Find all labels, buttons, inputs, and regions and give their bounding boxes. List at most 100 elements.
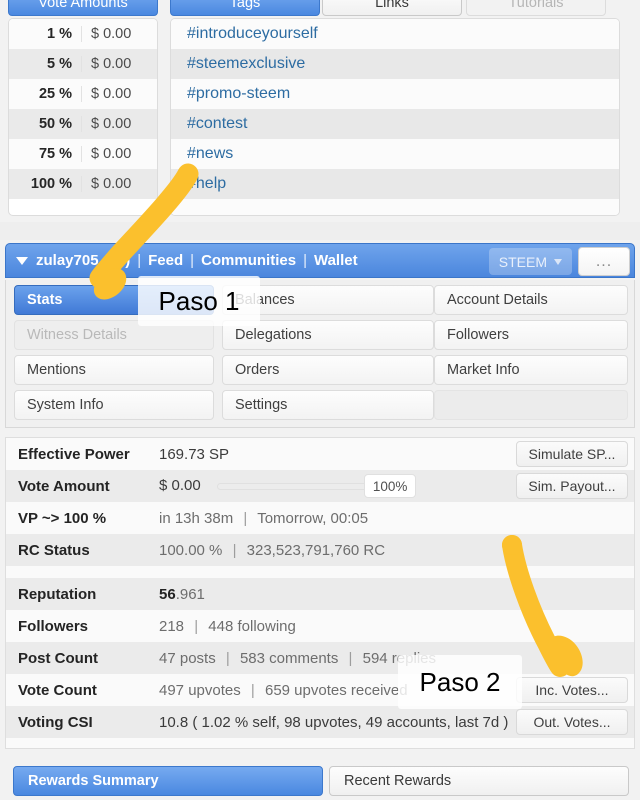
vote-value: $ 0.00 xyxy=(81,26,157,42)
vp-datetime: Tomorrow, 00:05 xyxy=(257,509,369,527)
reputation-int: 56 xyxy=(159,585,176,603)
nav-label: Delegations xyxy=(235,327,312,343)
stat-row-voting-csi: Voting CSI 10.8 ( 1.02 % self, 98 upvote… xyxy=(6,706,634,738)
separator: | xyxy=(190,252,195,269)
sidebar-item-witness-details[interactable]: Witness Details xyxy=(14,320,214,350)
rewards-tab-bar: Rewards Summary Recent Rewards xyxy=(5,766,635,796)
tag-label: #promo-steem xyxy=(187,85,291,102)
nav-label: Orders xyxy=(235,362,280,378)
posts-count: 47 posts xyxy=(159,649,216,667)
stat-label: RC Status xyxy=(18,541,90,559)
stat-value: 56.961 xyxy=(151,586,634,603)
tab-recent-rewards[interactable]: Recent Rewards xyxy=(329,766,629,796)
inc-votes-button[interactable]: Inc. Votes... xyxy=(516,677,628,703)
stat-row-reputation: Reputation 56.961 xyxy=(6,578,634,610)
tag-label: #contest xyxy=(187,115,248,132)
vote-value: $ 0.00 xyxy=(81,176,157,192)
sim-payout-button[interactable]: Sim. Payout... xyxy=(516,473,628,499)
sidebar-item-account-details[interactable]: Account Details xyxy=(434,285,628,315)
nav-label: Account Details xyxy=(447,292,548,308)
sidebar-item-stats[interactable]: Stats xyxy=(14,285,214,315)
stats-group-divider xyxy=(6,566,634,578)
tab-vote-amounts-label: Vote Amounts xyxy=(38,0,128,11)
tag-label: #help xyxy=(187,175,227,192)
sidebar-item-market-info[interactable]: Market Info xyxy=(434,355,628,385)
vote-percent: 5 % xyxy=(47,56,72,72)
tab-links-label: Links xyxy=(375,0,409,11)
vote-value: $ 0.00 xyxy=(81,116,157,132)
token-selector[interactable]: STEEM xyxy=(488,248,572,275)
table-row: 100 % $ 0.00 xyxy=(9,169,157,199)
followers-count: 218 xyxy=(159,617,185,635)
vote-percent: 75 % xyxy=(38,146,72,162)
token-selector-label: STEEM xyxy=(498,253,547,270)
comments-count: 583 comments xyxy=(239,649,339,667)
sidebar-item-followers[interactable]: Followers xyxy=(434,320,628,350)
tab-rewards-summary[interactable]: Rewards Summary xyxy=(13,766,323,796)
vote-value: $ 0.00 xyxy=(81,86,157,102)
table-row: 5 % $ 0.00 xyxy=(9,49,157,79)
tab-tutorials[interactable]: Tutorials xyxy=(466,0,606,16)
nav-link-feed[interactable]: Feed xyxy=(148,252,183,269)
sidebar-item-empty xyxy=(434,390,628,420)
tag-label: #introduceyourself xyxy=(187,25,318,42)
chevron-down-icon[interactable] xyxy=(16,256,28,265)
tab-tags[interactable]: Tags xyxy=(170,0,320,16)
tab-vote-amounts[interactable]: Vote Amounts xyxy=(8,0,158,16)
list-item[interactable]: #steemexclusive xyxy=(171,49,619,79)
nav-label: Stats xyxy=(27,292,63,308)
user-header-bar: zulay705 (56) | Feed | Communities | Wal… xyxy=(5,243,635,278)
list-item[interactable]: #promo-steem xyxy=(171,79,619,109)
more-options-button[interactable]: ... xyxy=(578,247,630,276)
username-label[interactable]: zulay705 xyxy=(36,252,99,269)
out-votes-button[interactable]: Out. Votes... xyxy=(516,709,628,735)
table-row: 25 % $ 0.00 xyxy=(9,79,157,109)
separator: | xyxy=(348,649,353,667)
sidebar-item-orders[interactable]: Orders xyxy=(222,355,434,385)
nav-label: System Info xyxy=(27,397,104,413)
more-options-label: ... xyxy=(595,252,613,270)
panel-divider xyxy=(0,222,640,240)
tag-label: #news xyxy=(187,145,234,162)
sidebar-item-mentions[interactable]: Mentions xyxy=(14,355,214,385)
sidebar-item-system-info[interactable]: System Info xyxy=(14,390,214,420)
nav-link-communities[interactable]: Communities xyxy=(201,252,296,269)
sim-payout-label: Sim. Payout... xyxy=(528,478,616,494)
tab-links[interactable]: Links xyxy=(322,0,462,16)
separator: | xyxy=(250,681,255,699)
stat-label: Reputation xyxy=(18,585,97,603)
stat-label: Post Count xyxy=(18,649,98,667)
vote-value: $ 0.00 xyxy=(81,146,157,162)
list-item[interactable]: #contest xyxy=(171,109,619,139)
separator: | xyxy=(303,252,307,269)
upvotes-given: 497 upvotes xyxy=(159,681,241,699)
vote-amount-value: $ 0.00 xyxy=(159,476,201,494)
sidebar-item-delegations[interactable]: Delegations xyxy=(222,320,434,350)
stat-row-vote-count: Vote Count 497 upvotes | 659 upvotes rec… xyxy=(6,674,634,706)
stat-value: 218 | 448 following xyxy=(151,618,634,635)
table-row: 50 % $ 0.00 xyxy=(9,109,157,139)
vote-weight-slider[interactable]: 100% xyxy=(216,474,417,498)
nav-label: Witness Details xyxy=(27,327,127,343)
stat-label: VP ~> 100 % xyxy=(18,509,107,527)
separator: | xyxy=(137,252,142,269)
tags-list: #introduceyourself #steemexclusive #prom… xyxy=(170,18,620,216)
stat-value: 47 posts | 583 comments | 594 replies xyxy=(151,650,634,667)
list-item[interactable]: #help xyxy=(171,169,619,199)
list-item[interactable]: #news xyxy=(171,139,619,169)
stat-row-followers: Followers 218 | 448 following xyxy=(6,610,634,642)
replies-count: 594 replies xyxy=(362,649,436,667)
reputation-badge: (56) xyxy=(103,252,131,269)
list-item[interactable]: #introduceyourself xyxy=(171,19,619,49)
sidebar-item-settings[interactable]: Settings xyxy=(222,390,434,420)
simulate-sp-button[interactable]: Simulate SP... xyxy=(516,441,628,467)
nav-link-wallet[interactable]: Wallet xyxy=(314,252,358,269)
separator: | xyxy=(225,649,230,667)
stat-value: 100.00 % | 323,523,791,760 RC xyxy=(151,542,634,559)
sidebar-item-balances[interactable]: Balances xyxy=(222,285,434,315)
slider-track[interactable] xyxy=(216,482,372,490)
list-item-partial[interactable] xyxy=(171,199,619,215)
rc-amount: 323,523,791,760 RC xyxy=(246,541,386,559)
stat-row-vp-to-100: VP ~> 100 % in 13h 38m | Tomorrow, 00:05 xyxy=(6,502,634,534)
stat-row-vote-amount: Vote Amount $ 0.00 100% Sim. Payout... xyxy=(6,470,634,502)
